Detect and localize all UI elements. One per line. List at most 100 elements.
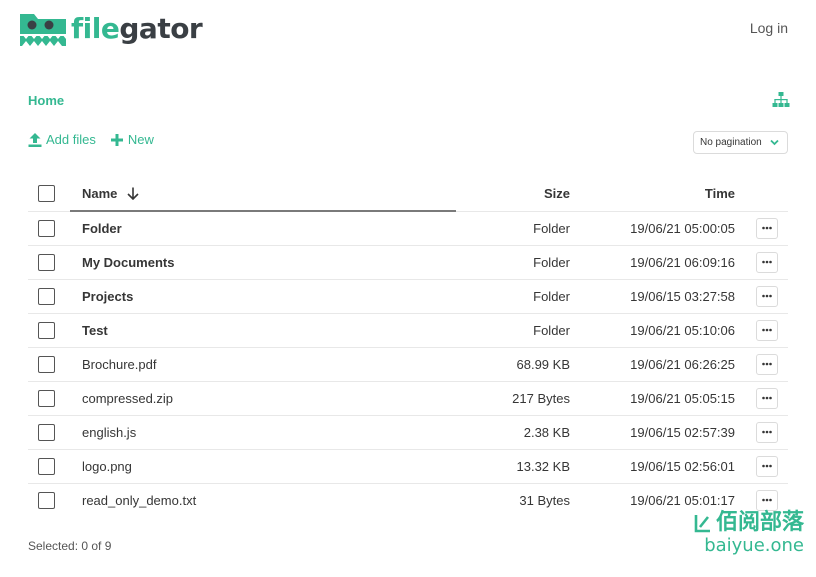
folder-name-link[interactable]: Projects: [82, 289, 133, 304]
table-header-row: Name Size Time: [28, 177, 788, 212]
row-name-cell: Brochure.pdf: [70, 346, 456, 381]
folder-name-link[interactable]: Test: [82, 323, 108, 338]
column-header-size[interactable]: Size: [456, 177, 570, 211]
row-time: 19/06/21 06:09:16: [570, 244, 735, 279]
row-actions-button[interactable]: [756, 217, 778, 239]
pagination-value: No pagination: [700, 137, 762, 148]
table-row[interactable]: Folder Folder 19/06/21 05:00:05: [28, 210, 788, 245]
file-table: Name Size Time Folder Folder 19/06/21 05:0…: [28, 177, 788, 517]
filegator-logo[interactable]: filegator: [18, 10, 203, 48]
select-all-checkbox[interactable]: [38, 185, 55, 203]
row-name-cell: english.js: [70, 414, 456, 449]
file-name-link[interactable]: Brochure.pdf: [82, 357, 156, 372]
select-all-cell: [28, 177, 70, 211]
row-checkbox[interactable]: [38, 423, 55, 441]
row-select-cell: [28, 380, 70, 415]
ellipsis-icon: [762, 362, 772, 366]
file-name-link[interactable]: logo.png: [82, 459, 132, 474]
row-select-cell: [28, 210, 70, 245]
row-select-cell: [28, 346, 70, 381]
row-select-cell: [28, 414, 70, 449]
ellipsis-icon: [762, 328, 772, 332]
row-actions-cell: [735, 210, 788, 245]
folder-name-link[interactable]: Folder: [82, 221, 122, 236]
row-checkbox[interactable]: [38, 321, 55, 339]
row-time: 19/06/15 02:57:39: [570, 414, 735, 449]
login-link[interactable]: Log in: [750, 20, 788, 36]
table-row[interactable]: My Documents Folder 19/06/21 06:09:16: [28, 244, 788, 279]
row-checkbox[interactable]: [38, 457, 55, 475]
table-row[interactable]: english.js 2.38 KB 19/06/15 02:57:39: [28, 414, 788, 449]
ellipsis-icon: [762, 464, 772, 468]
row-actions-button[interactable]: [756, 285, 778, 307]
row-name-cell: logo.png: [70, 448, 456, 483]
row-actions-button[interactable]: [756, 251, 778, 273]
column-name-label: Name: [82, 186, 118, 201]
watermark: 佰阅部落 baiyue.one: [694, 511, 804, 557]
column-header-name[interactable]: Name: [70, 177, 456, 212]
row-actions-button[interactable]: [756, 455, 778, 477]
row-actions-cell: [735, 414, 788, 449]
row-checkbox[interactable]: [38, 287, 55, 305]
row-actions-cell: [735, 244, 788, 279]
folder-name-link[interactable]: My Documents: [82, 255, 174, 270]
row-select-cell: [28, 448, 70, 483]
row-size: 13.32 KB: [456, 448, 570, 483]
file-toolbar: Add files New: [28, 132, 154, 147]
row-name-cell: Projects: [70, 278, 456, 313]
table-row[interactable]: logo.png 13.32 KB 19/06/15 02:56:01: [28, 448, 788, 483]
row-actions-button[interactable]: [756, 387, 778, 409]
row-select-cell: [28, 278, 70, 313]
column-header-time[interactable]: Time: [570, 177, 735, 211]
row-actions-button[interactable]: [756, 319, 778, 341]
column-header-actions: [735, 177, 788, 211]
row-actions-button[interactable]: [756, 489, 778, 511]
row-checkbox[interactable]: [38, 219, 55, 237]
row-actions-button[interactable]: [756, 421, 778, 443]
file-name-link[interactable]: english.js: [82, 425, 136, 440]
row-size: Folder: [456, 312, 570, 347]
table-row[interactable]: Brochure.pdf 68.99 KB 19/06/21 06:26:25: [28, 346, 788, 381]
row-actions-button[interactable]: [756, 353, 778, 375]
row-actions-cell: [735, 380, 788, 415]
file-rows: Folder Folder 19/06/21 05:00:05 My Document…: [28, 210, 788, 517]
file-name-link[interactable]: compressed.zip: [82, 391, 173, 406]
row-size: Folder: [456, 244, 570, 279]
row-time: 19/06/21 06:26:25: [570, 346, 735, 381]
row-size: 2.38 KB: [456, 414, 570, 449]
row-select-cell: [28, 244, 70, 279]
new-button[interactable]: New: [110, 132, 154, 147]
row-checkbox[interactable]: [38, 355, 55, 373]
selection-status: Selected: 0 of 9: [28, 539, 112, 553]
row-time: 19/06/21 05:05:15: [570, 380, 735, 415]
row-select-cell: [28, 312, 70, 347]
ellipsis-icon: [762, 396, 772, 400]
table-row[interactable]: compressed.zip 217 Bytes 19/06/21 05:05:15: [28, 380, 788, 415]
row-size: Folder: [456, 278, 570, 313]
new-label: New: [127, 132, 154, 147]
row-checkbox[interactable]: [38, 253, 55, 271]
add-files-label: Add files: [46, 132, 96, 147]
table-row[interactable]: Projects Folder 19/06/15 03:27:58: [28, 278, 788, 313]
row-time: 19/06/21 05:10:06: [570, 312, 735, 347]
row-select-cell: [28, 482, 70, 517]
breadcrumb-home[interactable]: Home: [28, 93, 64, 108]
sitemap-icon[interactable]: [772, 92, 790, 108]
table-row[interactable]: read_only_demo.txt 31 Bytes 19/06/21 05:01…: [28, 482, 788, 517]
ellipsis-icon: [762, 430, 772, 434]
row-name-cell: Folder: [70, 210, 456, 245]
row-time: 19/06/21 05:00:05: [570, 210, 735, 245]
logo-text-gator: gator: [119, 12, 203, 45]
row-checkbox[interactable]: [38, 491, 55, 509]
watermark-logo-icon: [694, 515, 710, 533]
add-files-button[interactable]: Add files: [28, 132, 96, 147]
ellipsis-icon: [762, 294, 772, 298]
row-checkbox[interactable]: [38, 389, 55, 407]
pagination-select[interactable]: No pagination: [693, 131, 788, 154]
row-name-cell: read_only_demo.txt: [70, 482, 456, 517]
plus-icon: [110, 133, 123, 146]
row-time: 19/06/15 03:27:58: [570, 278, 735, 313]
table-row[interactable]: Test Folder 19/06/21 05:10:06: [28, 312, 788, 347]
ellipsis-icon: [762, 498, 772, 502]
file-name-link[interactable]: read_only_demo.txt: [82, 493, 196, 508]
